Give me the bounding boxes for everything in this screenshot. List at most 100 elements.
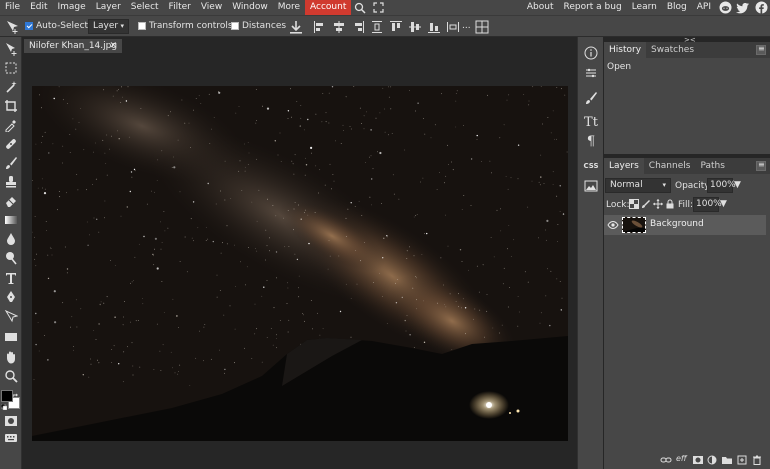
download-icon[interactable] [288, 19, 304, 35]
marquee-tool-icon[interactable] [3, 60, 19, 76]
clone-stamp-tool-icon[interactable] [3, 174, 19, 190]
fullscreen-icon[interactable] [371, 0, 385, 15]
tab-channels[interactable]: Channels [644, 158, 696, 174]
move-tool-icon[interactable] [3, 41, 19, 57]
document-tab[interactable]: Nilofer Khan_14.jpg ✕ [24, 39, 122, 53]
hand-tool-icon[interactable] [3, 349, 19, 365]
layer-effects-button[interactable]: eff [676, 454, 687, 463]
menu-image[interactable]: Image [53, 0, 91, 15]
quick-mask-icon[interactable] [3, 413, 19, 429]
keyboard-icon[interactable] [3, 430, 19, 446]
align-bottom-icon[interactable] [426, 19, 442, 35]
menu-select[interactable]: Select [126, 0, 164, 15]
crop-tool-icon[interactable] [3, 98, 19, 114]
auto-select-checkbox[interactable] [25, 21, 36, 31]
pen-tool-icon[interactable] [3, 289, 19, 305]
more-options-button[interactable]: ... [462, 21, 471, 31]
link-blog[interactable]: Blog [662, 0, 692, 15]
dodge-tool-icon[interactable] [3, 250, 19, 266]
menu-window[interactable]: Window [227, 0, 273, 15]
menu-edit[interactable]: Edit [25, 0, 52, 15]
blur-tool-icon[interactable] [3, 231, 19, 247]
menu-layer[interactable]: Layer [91, 0, 126, 15]
history-item[interactable]: Open [606, 60, 766, 74]
facebook-icon[interactable] [754, 0, 768, 15]
link-layers-icon[interactable] [660, 455, 672, 465]
info-icon[interactable] [583, 45, 599, 61]
link-report-bug[interactable]: Report a bug [558, 0, 626, 15]
grid-icon[interactable] [474, 19, 490, 35]
panel-menu-icon[interactable] [756, 160, 766, 171]
distribute-vertical-icon[interactable] [369, 19, 385, 35]
lock-pixels-icon[interactable] [641, 199, 651, 209]
foreground-color-swatch[interactable] [1, 390, 13, 402]
align-middle-icon[interactable] [407, 19, 423, 35]
default-colors-icon[interactable] [0, 403, 8, 411]
align-left-icon[interactable] [312, 19, 328, 35]
transform-controls-checkbox[interactable] [138, 21, 149, 31]
search-icon[interactable] [353, 0, 367, 15]
align-center-icon[interactable] [331, 19, 347, 35]
healing-brush-tool-icon[interactable] [3, 136, 19, 152]
new-layer-icon[interactable] [737, 455, 747, 465]
link-api[interactable]: API [692, 0, 716, 15]
eraser-tool-icon[interactable] [3, 193, 19, 209]
tab-history[interactable]: History [604, 42, 647, 58]
character-icon[interactable]: Tt [583, 114, 599, 130]
image-icon[interactable] [583, 178, 599, 194]
magic-wand-tool-icon[interactable] [3, 79, 19, 95]
path-select-tool-icon[interactable] [3, 309, 19, 325]
align-right-icon[interactable] [350, 19, 366, 35]
fill-dropdown-arrow-icon[interactable]: ▼ [720, 199, 727, 209]
fill-input[interactable]: 100% [693, 197, 722, 212]
menu-filter[interactable]: Filter [164, 0, 196, 15]
close-icon[interactable]: ✕ [109, 39, 117, 53]
css-button[interactable]: CSS [583, 158, 599, 174]
distances-checkbox[interactable] [231, 21, 242, 31]
link-about[interactable]: About [522, 0, 559, 15]
eyedropper-tool-icon[interactable] [3, 117, 19, 133]
lock-all-icon[interactable] [665, 199, 675, 209]
eye-icon[interactable] [607, 220, 619, 230]
reddit-icon[interactable] [718, 0, 732, 15]
menu-file[interactable]: File [0, 0, 25, 15]
tab-paths[interactable]: Paths [695, 158, 729, 174]
link-learn[interactable]: Learn [627, 0, 662, 15]
layer-row[interactable]: Background [604, 215, 766, 235]
type-tool-icon[interactable] [3, 270, 19, 286]
lock-transparency-icon[interactable] [629, 199, 639, 209]
chevron-down-icon: ▾ [120, 22, 124, 30]
menu-view[interactable]: View [196, 0, 227, 15]
auto-select-mode-dropdown[interactable]: Layer ▾ [88, 19, 129, 34]
auto-select-label: Auto-Select [36, 21, 89, 31]
opacity-dropdown-arrow-icon[interactable]: ▼ [734, 180, 741, 190]
menu-account[interactable]: Account [305, 0, 352, 15]
zoom-tool-icon[interactable] [3, 368, 19, 384]
align-top-icon[interactable] [388, 19, 404, 35]
tab-layers[interactable]: Layers [604, 158, 644, 174]
opacity-input[interactable]: 100% [707, 178, 736, 193]
delete-layer-icon[interactable] [752, 455, 762, 465]
menu-more[interactable]: More [273, 0, 305, 15]
lock-position-icon[interactable] [653, 199, 663, 209]
paragraph-icon[interactable]: ¶ [583, 133, 599, 149]
tab-swatches[interactable]: Swatches [646, 42, 699, 58]
gradient-tool-icon[interactable] [3, 212, 19, 228]
twitter-icon[interactable] [736, 0, 750, 15]
panel-menu-icon[interactable] [756, 44, 766, 55]
distribute-horizontal-icon[interactable] [445, 19, 461, 35]
adjustment-layer-icon[interactable] [707, 455, 717, 465]
chevron-down-icon: ▾ [662, 181, 666, 189]
brush-tool-icon[interactable] [3, 155, 19, 171]
fill-label: Fill: [678, 200, 694, 210]
image-canvas[interactable] [32, 86, 568, 441]
panel-strip: Tt ¶ CSS [577, 37, 603, 469]
new-folder-icon[interactable] [721, 455, 733, 465]
brush-settings-icon[interactable] [583, 90, 599, 106]
blend-mode-dropdown[interactable]: Normal ▾ [605, 178, 671, 193]
add-mask-icon[interactable] [692, 455, 704, 465]
layer-thumbnail [622, 217, 646, 233]
document-tab-title: Nilofer Khan_14.jpg [29, 41, 118, 51]
properties-icon[interactable] [583, 65, 599, 81]
shape-tool-icon[interactable] [3, 329, 19, 345]
